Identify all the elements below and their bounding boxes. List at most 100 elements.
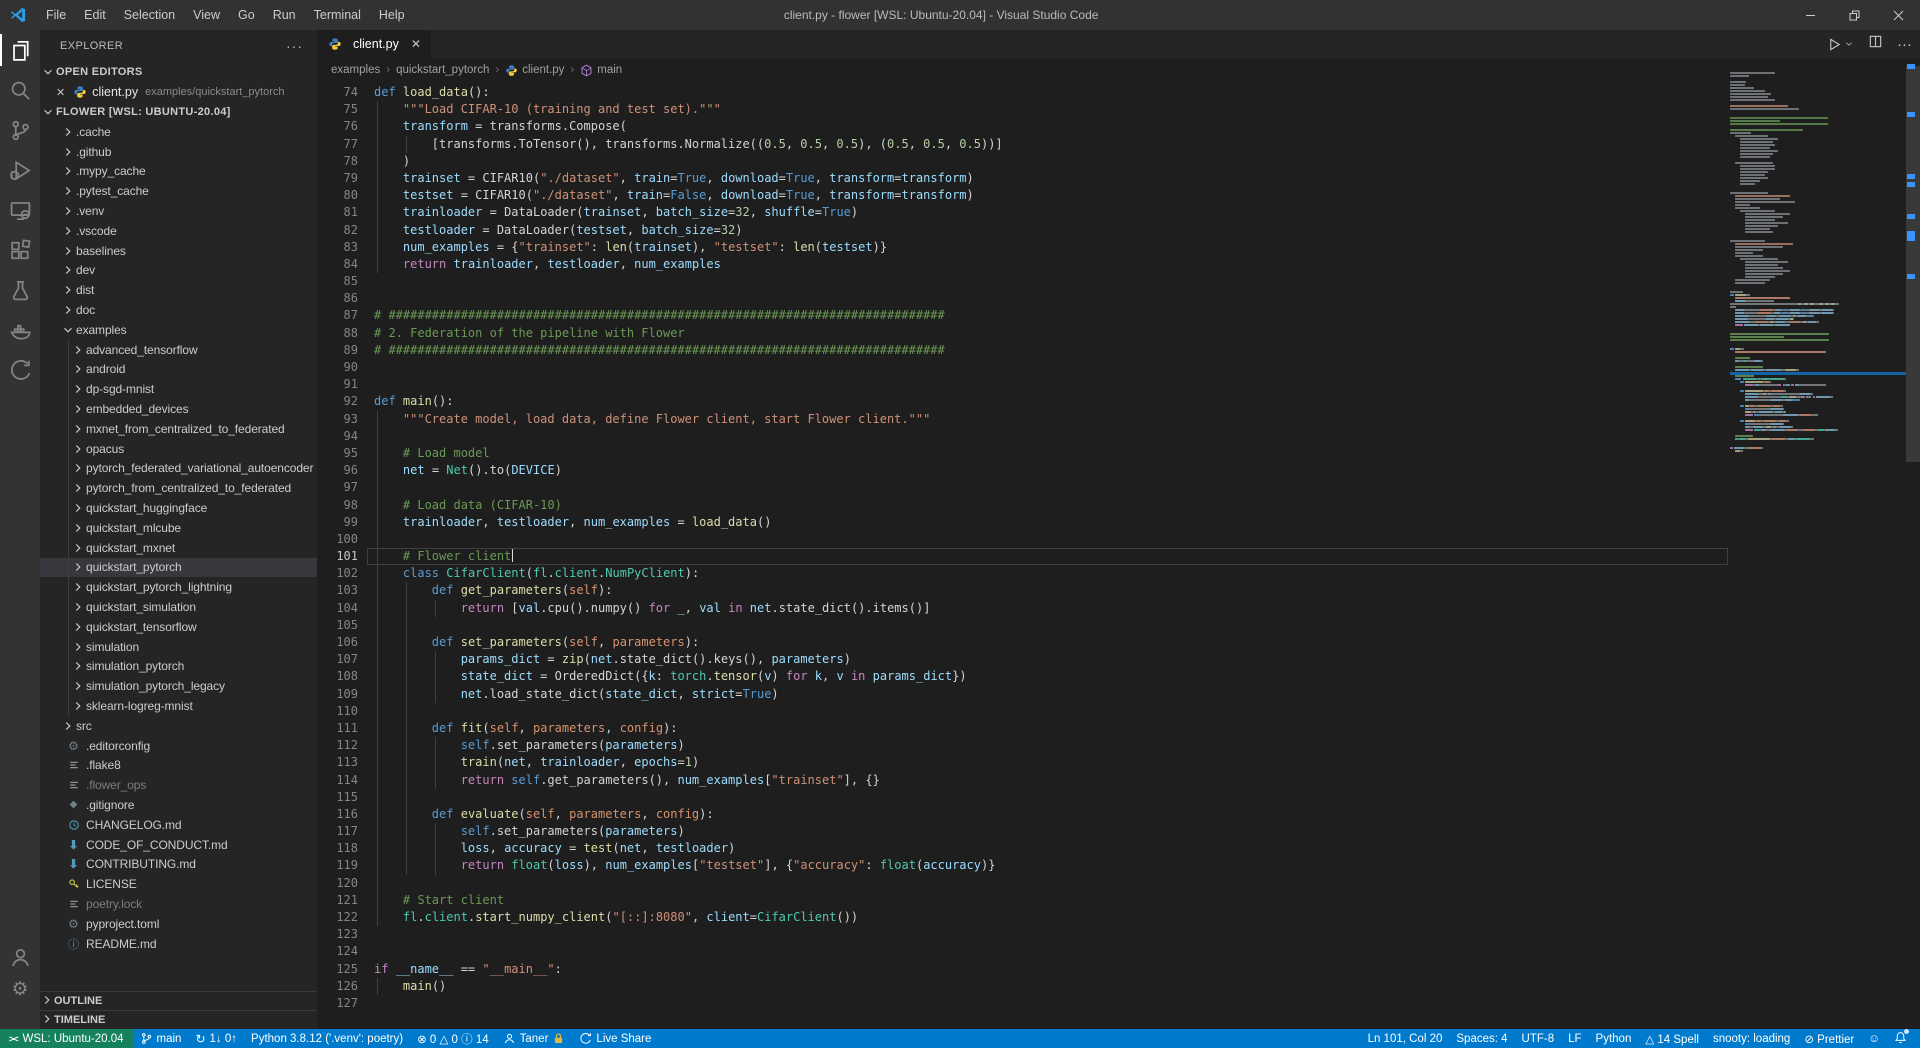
status-feedback[interactable]: ☺ [1861,1029,1887,1048]
code-area[interactable]: 74 def load_data(): 75 """Load CIFAR-10 (t… [317,82,1730,1012]
menu-help[interactable]: Help [370,0,414,30]
tree-item-examples[interactable]: examples [40,320,317,340]
status-notifications[interactable] [1887,1028,1914,1048]
tree-item-readme-md[interactable]: ⓘ README.md [40,934,317,954]
tree-item-code-of-conduct-md[interactable]: ⬇ CODE_OF_CONDUCT.md [40,835,317,855]
tree-item-dev[interactable]: dev [40,261,317,281]
tree-item-simulation-pytorch[interactable]: simulation_pytorch [40,656,317,677]
testing-icon[interactable] [0,270,40,310]
ruler-mark [1907,112,1915,117]
status-eol[interactable]: LF [1561,1029,1588,1048]
explorer-icon[interactable] [0,30,40,70]
tab-client-py[interactable]: client.py ✕ [317,30,431,58]
tree-item--vscode[interactable]: .vscode [40,221,317,241]
open-editors-header[interactable]: OPEN EDITORS [40,62,317,82]
run-and-debug-icon[interactable] [0,150,40,190]
tree-item-quickstart-huggingface[interactable]: quickstart_huggingface [40,498,317,518]
tree-item-quickstart-tensorflow[interactable]: quickstart_tensorflow [40,616,317,637]
tree-item-android[interactable]: android [40,359,317,380]
tree-item-contributing-md[interactable]: ⬇ CONTRIBUTING.md [40,854,317,874]
status-live-share[interactable]: Live Share [572,1029,658,1048]
open-editor-client-py[interactable]: ✕ client.py examples/quickstart_pytorch [40,82,317,102]
scrollbar[interactable] [1906,30,1920,1029]
minimize-icon[interactable] [1788,0,1832,30]
tree-item-src[interactable]: src [40,716,317,736]
tree-item-opacus[interactable]: opacus [40,438,317,459]
tree-item-pytorch-federated-variational-autoencoder[interactable]: pytorch_federated_variational_autoencode… [40,458,317,479]
source-control-icon[interactable] [0,110,40,150]
menu-file[interactable]: File [37,0,75,30]
breadcrumb-quickstart-pytorch[interactable]: quickstart_pytorch [396,64,489,76]
tree-item-simulation[interactable]: simulation [40,636,317,657]
menu-edit[interactable]: Edit [75,0,115,30]
tree-item-doc[interactable]: doc [40,300,317,320]
status-spell[interactable]: △ 14 Spell [1638,1029,1706,1048]
tree-item-sklearn-logreg-mnist[interactable]: sklearn-logreg-mnist [40,696,317,716]
close-editor-icon[interactable]: ✕ [56,86,65,99]
menu-go[interactable]: Go [229,0,264,30]
status-remote[interactable]: >< WSL: Ubuntu-20.04 [0,1029,133,1048]
close-icon[interactable] [1876,0,1920,30]
tree-item--cache[interactable]: .cache [40,122,317,142]
menu-terminal[interactable]: Terminal [305,0,370,30]
status-encoding[interactable]: UTF-8 [1515,1029,1562,1048]
tree-item-quickstart-simulation[interactable]: quickstart_simulation [40,597,317,617]
breadcrumb-examples[interactable]: examples [331,64,380,76]
status-cursor-position[interactable]: Ln 101, Col 20 [1361,1029,1450,1048]
scrollbar-slider[interactable] [1906,66,1920,462]
tree-item--gitignore[interactable]: .gitignore [40,795,317,815]
menu-run[interactable]: Run [264,0,305,30]
status-problems[interactable]: ⊗ 0 △ 0 ⓘ 14 [410,1029,496,1048]
docker-icon[interactable] [0,310,40,350]
minimap[interactable] [1730,66,1906,502]
remote-explorer-icon[interactable] [0,190,40,230]
tree-item-embedded-devices[interactable]: embedded_devices [40,399,317,419]
search-icon[interactable] [0,70,40,110]
status-sync[interactable]: ↻ 1↓ 0↑ [188,1029,244,1048]
tab-close-icon[interactable]: ✕ [411,37,421,51]
tree-item-pyproject-toml[interactable]: ⚙ pyproject.toml [40,914,317,934]
breadcrumb-client-py[interactable]: client.py [505,64,564,77]
tree-item--editorconfig[interactable]: ⚙ .editorconfig [40,736,317,756]
extensions-icon[interactable] [0,230,40,270]
status-language-mode[interactable]: Python [1589,1029,1639,1048]
breadcrumb-main[interactable]: main [580,64,622,77]
tree-item-dist[interactable]: dist [40,280,317,300]
timeline-header[interactable]: TIMELINE [40,1010,317,1029]
tree-item-quickstart-pytorch-lightning[interactable]: quickstart_pytorch_lightning [40,577,317,598]
tree-item--flower-ops[interactable]: .flower_ops [40,775,317,795]
tree-item-mxnet-from-centralized-to-federated[interactable]: mxnet_from_centralized_to_federated [40,418,317,439]
status-python-interpreter[interactable]: Python 3.8.12 ('.venv': poetry) [244,1029,410,1048]
tree-item-advanced-tensorflow[interactable]: advanced_tensorflow [40,339,317,360]
status-indentation[interactable]: Spaces: 4 [1449,1029,1514,1048]
live-share-icon[interactable] [0,350,40,390]
workspace-header[interactable]: FLOWER [WSL: UBUNTU-20.04] [40,102,317,122]
tree-item-license[interactable]: LICENSE [40,874,317,894]
tree-item--flake8[interactable]: .flake8 [40,756,317,776]
restore-icon[interactable] [1832,0,1876,30]
status-account[interactable]: Taner [496,1029,573,1048]
tree-item--pytest-cache[interactable]: .pytest_cache [40,181,317,201]
settings-icon[interactable]: ⚙ [0,969,40,1009]
tree-item-poetry-lock[interactable]: poetry.lock [40,894,317,914]
outline-header[interactable]: OUTLINE [40,991,317,1010]
status-prettier[interactable]: ⊘ Prettier [1797,1029,1861,1048]
tree-item-baselines[interactable]: baselines [40,241,317,261]
tree-item--github[interactable]: .github [40,142,317,162]
tree-item-quickstart-pytorch[interactable]: quickstart_pytorch [40,557,317,578]
menu-selection[interactable]: Selection [115,0,184,30]
status-snooty[interactable]: snooty: loading [1706,1029,1797,1048]
split-editor-icon[interactable] [1868,34,1883,54]
explorer-actions-icon[interactable]: ··· [286,38,303,54]
menu-view[interactable]: View [184,0,229,30]
tree-item--mypy-cache[interactable]: .mypy_cache [40,162,317,182]
tree-item-quickstart-mlcube[interactable]: quickstart_mlcube [40,517,317,538]
tree-item--venv[interactable]: .venv [40,201,317,221]
tree-item-changelog-md[interactable]: CHANGELOG.md [40,815,317,835]
tree-item-dp-sgd-mnist[interactable]: dp-sgd-mnist [40,379,317,400]
tree-item-quickstart-mxnet[interactable]: quickstart_mxnet [40,537,317,558]
tree-item-simulation-pytorch-legacy[interactable]: simulation_pytorch_legacy [40,676,317,697]
run-python-file-icon[interactable] [1827,37,1854,52]
status-branch[interactable]: main [133,1029,189,1048]
tree-item-pytorch-from-centralized-to-federated[interactable]: pytorch_from_centralized_to_federated [40,478,317,499]
